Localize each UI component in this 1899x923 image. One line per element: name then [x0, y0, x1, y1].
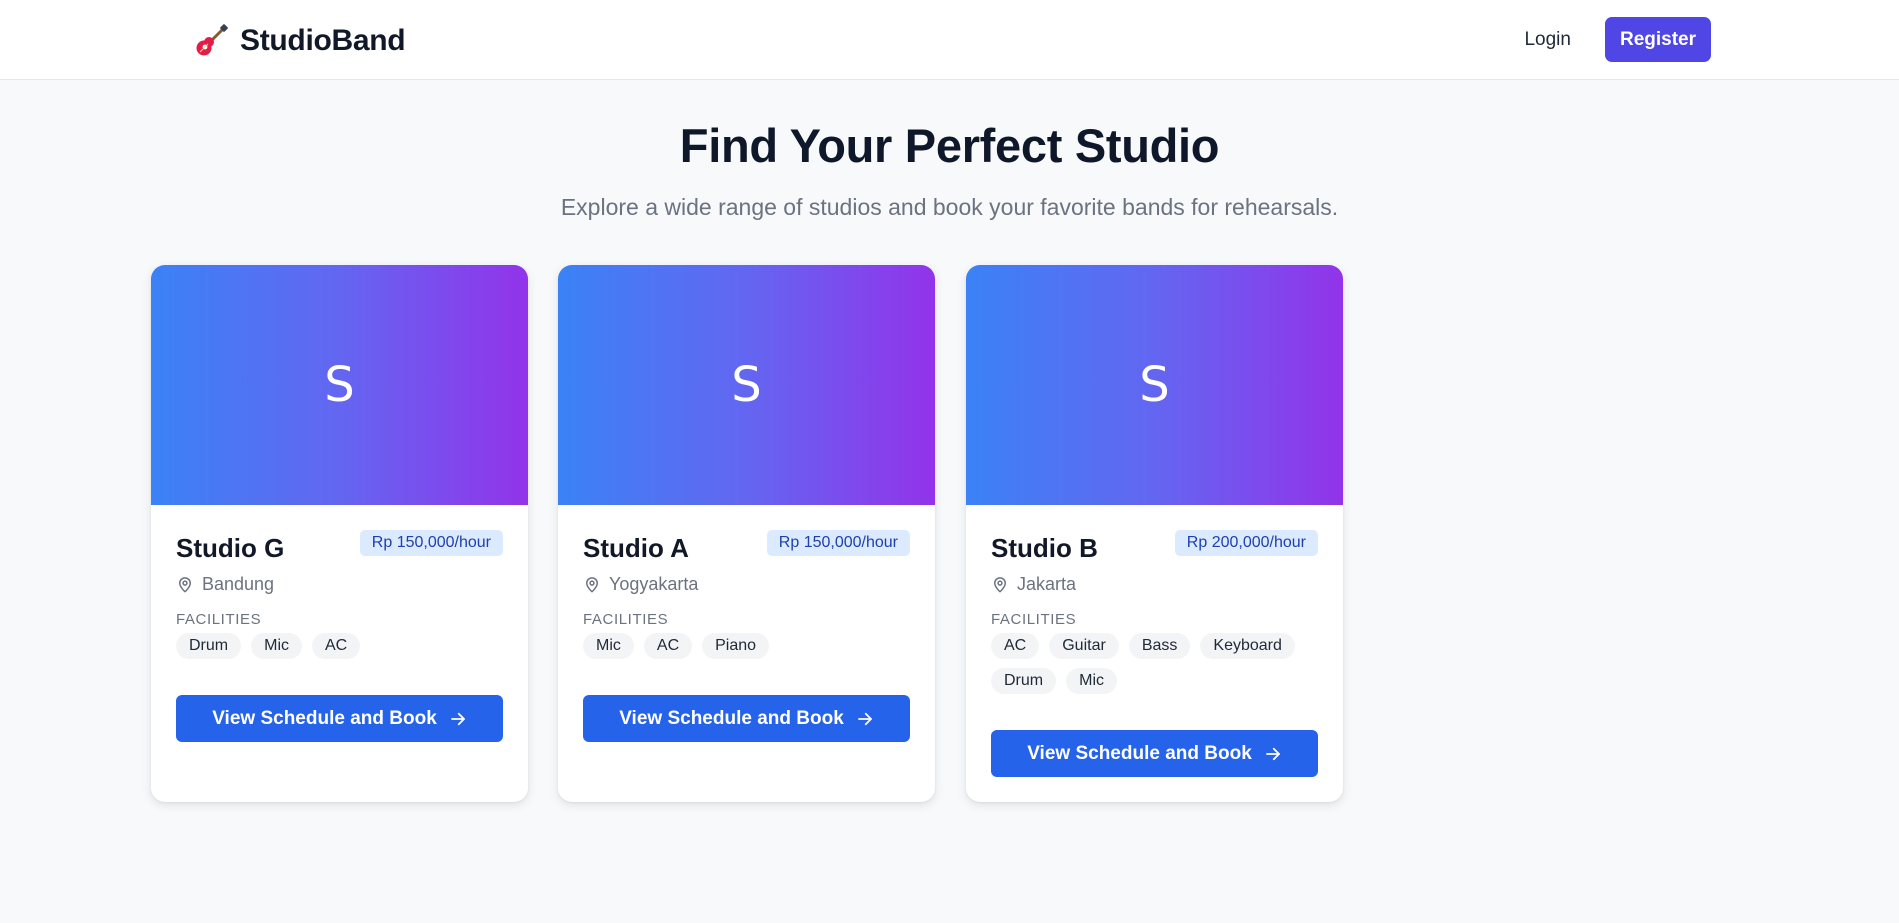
- studio-location: Jakarta: [991, 574, 1076, 595]
- guitar-icon: [196, 24, 228, 56]
- book-button-label: View Schedule and Book: [1027, 742, 1252, 764]
- facility-chip: Bass: [1128, 633, 1191, 659]
- nav-actions: Login Register: [1524, 17, 1711, 62]
- studio-banner: S: [966, 265, 1343, 505]
- facility-chip: AC: [991, 633, 1040, 659]
- facility-chip: Mic: [251, 633, 302, 659]
- price-badge: Rp 200,000/hour: [1174, 530, 1318, 556]
- page-subtitle: Explore a wide range of studios and book…: [560, 194, 1339, 220]
- book-button-label: View Schedule and Book: [212, 707, 437, 729]
- arrow-right-icon: [1265, 747, 1280, 760]
- studio-banner: S: [151, 265, 528, 505]
- facilities-label: FACILITIES: [583, 611, 669, 628]
- studio-card[interactable]: S Studio G Rp 150,000/hour Bandung FACIL…: [151, 265, 528, 802]
- studio-location: Bandung: [176, 574, 274, 595]
- view-schedule-book-button[interactable]: View Schedule and Book: [583, 695, 910, 742]
- arrow-right-icon: [450, 712, 465, 725]
- arrow-right-icon: [857, 712, 872, 725]
- brand-logo[interactable]: StudioBand: [194, 22, 406, 60]
- top-navbar: StudioBand Login Register: [0, 0, 1899, 80]
- studio-name: Studio B: [991, 533, 1098, 563]
- facility-chip: Keyboard: [1200, 633, 1295, 659]
- map-pin-icon: [586, 576, 598, 592]
- studio-banner: S: [558, 265, 935, 505]
- facilities-label: FACILITIES: [176, 611, 262, 628]
- facility-chip: AC: [643, 633, 693, 659]
- banner-initial: S: [324, 357, 355, 413]
- facility-chip: Piano: [702, 633, 770, 659]
- facility-chip: Guitar: [1049, 633, 1119, 659]
- view-schedule-book-button[interactable]: View Schedule and Book: [991, 730, 1318, 777]
- brand-name: StudioBand: [240, 24, 406, 57]
- register-button[interactable]: Register: [1604, 17, 1711, 62]
- facilities-label: FACILITIES: [991, 611, 1077, 628]
- location-text: Jakarta: [1017, 574, 1077, 594]
- facility-chip: Mic: [1066, 668, 1117, 694]
- facilities-list: AC Guitar Bass Keyboard Drum Mic: [991, 633, 1321, 694]
- map-pin-icon: [179, 576, 191, 592]
- book-button-label: View Schedule and Book: [619, 707, 844, 729]
- studio-card[interactable]: S Studio A Rp 150,000/hour Yogyakarta FA…: [558, 265, 935, 802]
- facility-chip: Mic: [583, 633, 634, 659]
- view-schedule-book-button[interactable]: View Schedule and Book: [176, 695, 503, 742]
- studio-location: Yogyakarta: [583, 574, 698, 595]
- price-badge: Rp 150,000/hour: [766, 530, 910, 556]
- studio-card[interactable]: S Studio B Rp 200,000/hour Jakarta FACIL…: [966, 265, 1343, 802]
- price-badge: Rp 150,000/hour: [359, 530, 503, 556]
- banner-initial: S: [731, 357, 762, 413]
- facilities-list: Drum Mic AC: [176, 633, 506, 659]
- location-text: Yogyakarta: [609, 574, 699, 594]
- login-link[interactable]: Login: [1524, 29, 1571, 51]
- studio-name: Studio G: [176, 533, 285, 563]
- location-text: Bandung: [202, 574, 275, 594]
- page-title: Find Your Perfect Studio: [679, 119, 1220, 172]
- facility-chip: AC: [312, 633, 361, 659]
- facility-chip: Drum: [991, 668, 1057, 694]
- facility-chip: Drum: [176, 633, 242, 659]
- map-pin-icon: [994, 576, 1006, 592]
- banner-initial: S: [1139, 357, 1170, 413]
- studio-name: Studio A: [583, 533, 689, 563]
- facilities-list: Mic AC Piano: [583, 633, 913, 659]
